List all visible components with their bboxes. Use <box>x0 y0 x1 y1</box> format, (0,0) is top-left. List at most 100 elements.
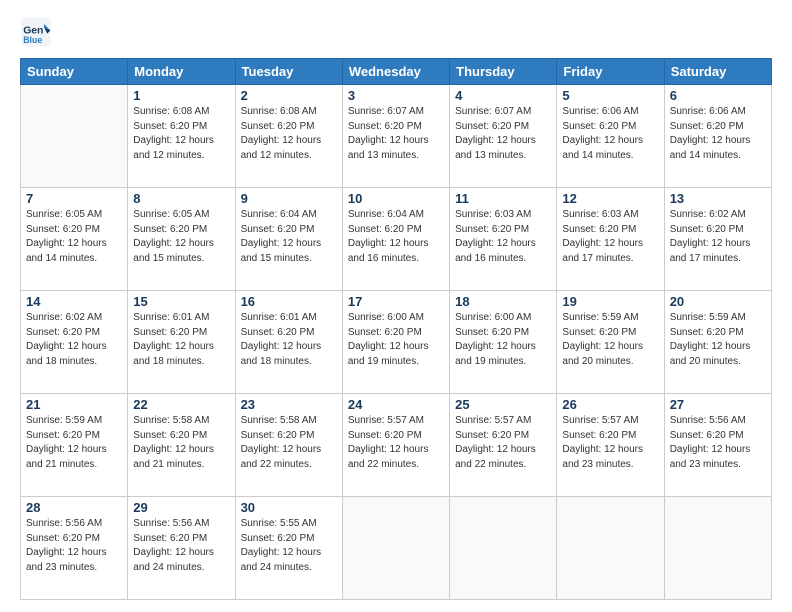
weekday-header: Tuesday <box>235 59 342 85</box>
calendar-cell: 20Sunrise: 5:59 AM Sunset: 6:20 PM Dayli… <box>664 291 771 394</box>
calendar-cell: 9Sunrise: 6:04 AM Sunset: 6:20 PM Daylig… <box>235 188 342 291</box>
calendar-cell: 29 Sunrise: 5:56 AM Sunset: 6:20 PM Dayli… <box>128 497 235 600</box>
day-info: Sunrise: 6:04 AM Sunset: 6:20 PM Dayligh… <box>348 208 444 266</box>
calendar-cell: 7 Sunrise: 6:05 AM Sunset: 6:20 PM Daylig… <box>21 188 128 291</box>
calendar-cell: 14 Sunrise: 6:02 AM Sunset: 6:20 PM Dayli… <box>21 291 128 394</box>
calendar-cell: 6 Sunrise: 6:06 AM Sunset: 6:20 PM Daylig… <box>664 85 771 188</box>
day-number: 12 <box>562 191 658 206</box>
day-number: 1 <box>133 88 229 103</box>
day-info: Sunrise: 5:58 AM Sunset: 6:20 PM Dayligh… <box>133 414 229 472</box>
day-info: Sunrise: 5:56 AM Sunset: 6:20 PM Dayligh… <box>133 517 229 575</box>
day-info: Sunrise: 5:57 AM Sunset: 6:20 PM Dayligh… <box>455 414 551 472</box>
day-number: 10 <box>348 191 444 206</box>
weekday-header: Friday <box>557 59 664 85</box>
day-info: Sunrise: 5:56 AM Sunset: 6:20 PM Dayligh… <box>670 414 766 472</box>
day-info: Sunrise: 6:03 AM Sunset: 6:20 PM Dayligh… <box>455 208 551 266</box>
day-info: Sunrise: 6:05 AM Sunset: 6:20 PM Dayligh… <box>26 208 122 266</box>
day-number: 22 <box>133 397 229 412</box>
weekday-header: Saturday <box>664 59 771 85</box>
day-number: 24 <box>348 397 444 412</box>
calendar-cell: 2 Sunrise: 6:08 AM Sunset: 6:20 PM Daylig… <box>235 85 342 188</box>
day-info: Sunrise: 6:00 AM Sunset: 6:20 PM Dayligh… <box>455 311 551 369</box>
svg-text:Blue: Blue <box>23 35 42 45</box>
calendar-cell <box>557 497 664 600</box>
calendar-cell <box>21 85 128 188</box>
calendar-cell: 15 Sunrise: 6:01 AM Sunset: 6:20 PM Dayli… <box>128 291 235 394</box>
calendar-cell: 28 Sunrise: 5:56 AM Sunset: 6:20 PM Dayli… <box>21 497 128 600</box>
day-number: 9 <box>241 191 337 206</box>
calendar-cell: 23Sunrise: 5:58 AM Sunset: 6:20 PM Dayli… <box>235 394 342 497</box>
calendar-cell <box>450 497 557 600</box>
calendar-cell: 3Sunrise: 6:07 AM Sunset: 6:20 PM Daylig… <box>342 85 449 188</box>
day-number: 15 <box>133 294 229 309</box>
calendar-cell: 12 Sunrise: 6:03 AM Sunset: 6:20 PM Dayli… <box>557 188 664 291</box>
day-info: Sunrise: 6:07 AM Sunset: 6:20 PM Dayligh… <box>455 105 551 163</box>
day-info: Sunrise: 6:05 AM Sunset: 6:20 PM Dayligh… <box>133 208 229 266</box>
calendar-cell: 19 Sunrise: 5:59 AM Sunset: 6:20 PM Dayli… <box>557 291 664 394</box>
calendar-cell: 25 Sunrise: 5:57 AM Sunset: 6:20 PM Dayli… <box>450 394 557 497</box>
calendar-cell: 26 Sunrise: 5:57 AM Sunset: 6:20 PM Dayli… <box>557 394 664 497</box>
day-number: 16 <box>241 294 337 309</box>
day-number: 18 <box>455 294 551 309</box>
day-info: Sunrise: 5:57 AM Sunset: 6:20 PM Dayligh… <box>348 414 444 472</box>
day-info: Sunrise: 5:56 AM Sunset: 6:20 PM Dayligh… <box>26 517 122 575</box>
day-number: 19 <box>562 294 658 309</box>
day-number: 28 <box>26 500 122 515</box>
day-info: Sunrise: 6:06 AM Sunset: 6:20 PM Dayligh… <box>562 105 658 163</box>
calendar-cell: 8 Sunrise: 6:05 AM Sunset: 6:20 PM Daylig… <box>128 188 235 291</box>
day-info: Sunrise: 6:08 AM Sunset: 6:20 PM Dayligh… <box>241 105 337 163</box>
logo-icon: Gen Blue <box>20 16 52 48</box>
calendar-cell: 4 Sunrise: 6:07 AM Sunset: 6:20 PM Daylig… <box>450 85 557 188</box>
calendar-cell: 24 Sunrise: 5:57 AM Sunset: 6:20 PM Dayli… <box>342 394 449 497</box>
header: Gen Blue <box>20 16 772 48</box>
calendar-week-row: 7 Sunrise: 6:05 AM Sunset: 6:20 PM Daylig… <box>21 188 772 291</box>
weekday-header: Wednesday <box>342 59 449 85</box>
weekday-header: Sunday <box>21 59 128 85</box>
day-number: 20 <box>670 294 766 309</box>
day-number: 2 <box>241 88 337 103</box>
day-number: 17 <box>348 294 444 309</box>
weekday-header: Thursday <box>450 59 557 85</box>
day-number: 21 <box>26 397 122 412</box>
day-info: Sunrise: 5:57 AM Sunset: 6:20 PM Dayligh… <box>562 414 658 472</box>
day-info: Sunrise: 5:59 AM Sunset: 6:20 PM Dayligh… <box>26 414 122 472</box>
day-number: 29 <box>133 500 229 515</box>
day-info: Sunrise: 6:03 AM Sunset: 6:20 PM Dayligh… <box>562 208 658 266</box>
day-number: 4 <box>455 88 551 103</box>
calendar-week-row: 1 Sunrise: 6:08 AM Sunset: 6:20 PM Daylig… <box>21 85 772 188</box>
day-number: 26 <box>562 397 658 412</box>
day-number: 30 <box>241 500 337 515</box>
calendar-cell: 13 Sunrise: 6:02 AM Sunset: 6:20 PM Dayli… <box>664 188 771 291</box>
day-info: Sunrise: 6:06 AM Sunset: 6:20 PM Dayligh… <box>670 105 766 163</box>
calendar-cell: 21 Sunrise: 5:59 AM Sunset: 6:20 PM Dayli… <box>21 394 128 497</box>
day-number: 7 <box>26 191 122 206</box>
day-number: 27 <box>670 397 766 412</box>
day-info: Sunrise: 6:00 AM Sunset: 6:20 PM Dayligh… <box>348 311 444 369</box>
day-number: 8 <box>133 191 229 206</box>
calendar-week-row: 28 Sunrise: 5:56 AM Sunset: 6:20 PM Dayli… <box>21 497 772 600</box>
day-info: Sunrise: 6:01 AM Sunset: 6:20 PM Dayligh… <box>133 311 229 369</box>
day-info: Sunrise: 5:55 AM Sunset: 6:20 PM Dayligh… <box>241 517 337 575</box>
day-info: Sunrise: 6:07 AM Sunset: 6:20 PM Dayligh… <box>348 105 444 163</box>
calendar-cell <box>664 497 771 600</box>
weekday-header-row: SundayMondayTuesdayWednesdayThursdayFrid… <box>21 59 772 85</box>
day-info: Sunrise: 6:01 AM Sunset: 6:20 PM Dayligh… <box>241 311 337 369</box>
logo: Gen Blue <box>20 16 56 48</box>
calendar-cell: 5 Sunrise: 6:06 AM Sunset: 6:20 PM Daylig… <box>557 85 664 188</box>
day-info: Sunrise: 5:59 AM Sunset: 6:20 PM Dayligh… <box>562 311 658 369</box>
calendar-cell <box>342 497 449 600</box>
calendar-cell: 1 Sunrise: 6:08 AM Sunset: 6:20 PM Daylig… <box>128 85 235 188</box>
calendar-cell: 30 Sunrise: 5:55 AM Sunset: 6:20 PM Dayli… <box>235 497 342 600</box>
day-info: Sunrise: 6:02 AM Sunset: 6:20 PM Dayligh… <box>26 311 122 369</box>
day-number: 11 <box>455 191 551 206</box>
day-number: 13 <box>670 191 766 206</box>
day-number: 25 <box>455 397 551 412</box>
day-number: 23 <box>241 397 337 412</box>
day-info: Sunrise: 6:08 AM Sunset: 6:20 PM Dayligh… <box>133 105 229 163</box>
day-number: 6 <box>670 88 766 103</box>
day-number: 14 <box>26 294 122 309</box>
day-info: Sunrise: 6:02 AM Sunset: 6:20 PM Dayligh… <box>670 208 766 266</box>
day-number: 5 <box>562 88 658 103</box>
calendar-week-row: 21 Sunrise: 5:59 AM Sunset: 6:20 PM Dayli… <box>21 394 772 497</box>
calendar-table: SundayMondayTuesdayWednesdayThursdayFrid… <box>20 58 772 600</box>
